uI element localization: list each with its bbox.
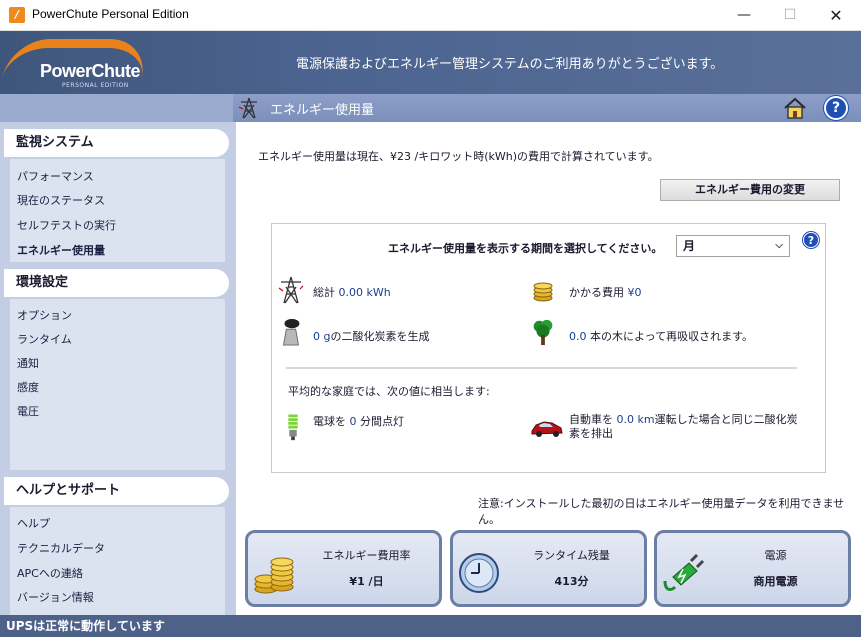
close-button[interactable]: ✕ [813,0,859,31]
title-bar: / PowerChute Personal Edition — ☐ ✕ [0,0,861,31]
sidebar-item-sensitivity[interactable]: 感度 [17,379,39,395]
status-bar: UPSは正常に動作しています [0,615,861,637]
tree-icon [533,319,553,346]
sidebar-item-options[interactable]: オプション [17,307,72,323]
total-usage-value: 0.00 kWh [338,286,391,299]
trees-reabsorb: 0.0 本の木によって再吸収されます。 [569,328,753,344]
sidebar-item-performance[interactable]: パフォーマンス [17,168,94,184]
runtime-remaining-tile[interactable]: ランタイム残量 413分 [450,530,647,607]
power-source-tile[interactable]: 電源 商用電源 [654,530,851,607]
total-usage: 総計 0.00 kWh [313,284,391,300]
powerchute-logo: PowerChute PERSONAL EDITION [0,31,155,94]
estimated-cost-value: ¥0 [627,286,642,299]
energy-cost-rate-tile[interactable]: エネルギー費用率 ¥1 /日 [245,530,442,607]
home-icon[interactable] [783,96,807,120]
page-header: エネルギー使用量 ? [0,94,861,122]
car-equivalent: 自動車を 0.0 km運転した場合と同じ二酸化炭素を排出 [569,413,814,441]
bulb-prefix: 電球を [313,415,350,428]
main-content: エネルギー使用量は現在、¥23 /キロワット時(kWh)の費用で計算されています… [236,122,861,615]
energy-cost-rate-value: ¥1 /日 [349,575,384,588]
sidebar-item-voltage[interactable]: 電圧 [17,403,39,419]
minimize-button[interactable]: — [721,0,767,31]
smokestack-icon [282,318,300,346]
change-energy-cost-button[interactable]: エネルギー費用の変更 [660,179,840,201]
sidebar-header-strip [0,94,233,122]
household-equivalent-label: 平均的な家庭では、次の値に相当します: [288,385,490,398]
sidebar-item-version-info[interactable]: バージョン情報 [17,589,94,605]
co2-generated: 0 gの二酸化炭素を生成 [313,328,429,344]
first-day-note: 注意:インストールした最初の日はエネルギー使用量データを利用できません。 [478,497,845,526]
header-banner: PowerChute PERSONAL EDITION 電源保護およびエネルギー… [0,31,861,94]
sidebar-item-runtime[interactable]: ランタイム [17,331,72,347]
welcome-message: 電源保護およびエネルギー管理システムのご利用ありがとうございます。 [296,57,724,72]
bulb-value: 0 [349,415,357,428]
bulb-equivalent: 電球を 0 分間点灯 [313,413,404,429]
maximize-button[interactable]: ☐ [767,0,813,31]
sidebar-section-configuration: 環境設定 [4,269,229,297]
car-suffix: 運転した場合と同じ二酸化炭 [654,413,798,426]
trees-text: 本の木によって再吸収されます。 [586,330,754,343]
chevron-down-icon: ⌵ [775,240,783,251]
co2-text: の二酸化炭素を生成 [330,330,430,343]
sidebar-section-monitoring: 監視システム [4,129,229,157]
period-help-icon[interactable]: ? [803,232,819,248]
window-title: PowerChute Personal Edition [32,7,189,21]
logo-subtitle: PERSONAL EDITION [62,82,129,89]
period-select[interactable]: 月 ⌵ [676,235,790,257]
runtime-remaining-label: ランタイム残量 [533,549,610,562]
sidebar-item-contact-apc[interactable]: APCへの連絡 [17,565,83,581]
estimated-cost: かかる費用 ¥0 [569,284,642,300]
power-source-value: 商用電源 [753,575,798,588]
co2-value: 0 g [313,330,331,343]
trees-value: 0.0 [569,330,587,343]
sidebar-item-energy-usage[interactable]: エネルギー使用量 [17,242,105,258]
power-tower-icon [278,276,304,304]
help-icon[interactable]: ? [824,96,848,120]
bulb-suffix: 分間点灯 [356,415,404,428]
divider [286,367,797,369]
clock-icon [459,553,499,593]
car-icon [531,421,563,437]
estimated-cost-label: かかる費用 [569,286,624,299]
power-source-label: 電源 [764,549,787,562]
sidebar: 監視システム パフォーマンス 現在のステータス セルフテストの実行 エネルギー使… [0,122,236,615]
sidebar-item-notifications[interactable]: 通知 [17,355,39,371]
page-title: エネルギー使用量 [270,103,375,118]
car-value: 0.0 km [616,413,655,426]
coins-icon [533,282,553,302]
period-label: エネルギー使用量を表示する期間を選択してください。 [388,242,663,255]
runtime-remaining-value: 413分 [554,575,589,588]
logo-text: PowerChute [40,61,141,81]
plug-icon [663,553,705,591]
period-select-value: 月 [683,239,696,253]
sidebar-configuration-list [10,299,225,470]
car-suffix-2: 素を排出 [569,427,613,440]
energy-cost-rate-label: エネルギー費用率 [322,549,411,562]
app-icon: / [9,7,25,23]
sidebar-item-current-status[interactable]: 現在のステータス [17,192,105,208]
light-bulb-icon [288,414,298,441]
energy-rate-description: エネルギー使用量は現在、¥23 /キロワット時(kWh)の費用で計算されています… [258,150,659,163]
power-tower-icon [238,97,257,119]
coins-icon [254,557,294,594]
sidebar-item-help[interactable]: ヘルプ [17,515,50,531]
energy-usage-panel: エネルギー使用量を表示する期間を選択してください。 月 ⌵ ? 総計 0.00 … [271,223,826,473]
sidebar-section-help: ヘルプとサポート [4,477,229,505]
sidebar-item-self-test[interactable]: セルフテストの実行 [17,217,116,233]
car-prefix: 自動車を [569,413,617,426]
sidebar-item-technical-data[interactable]: テクニカルデータ [17,540,105,556]
total-usage-label: 総計 [313,286,335,299]
